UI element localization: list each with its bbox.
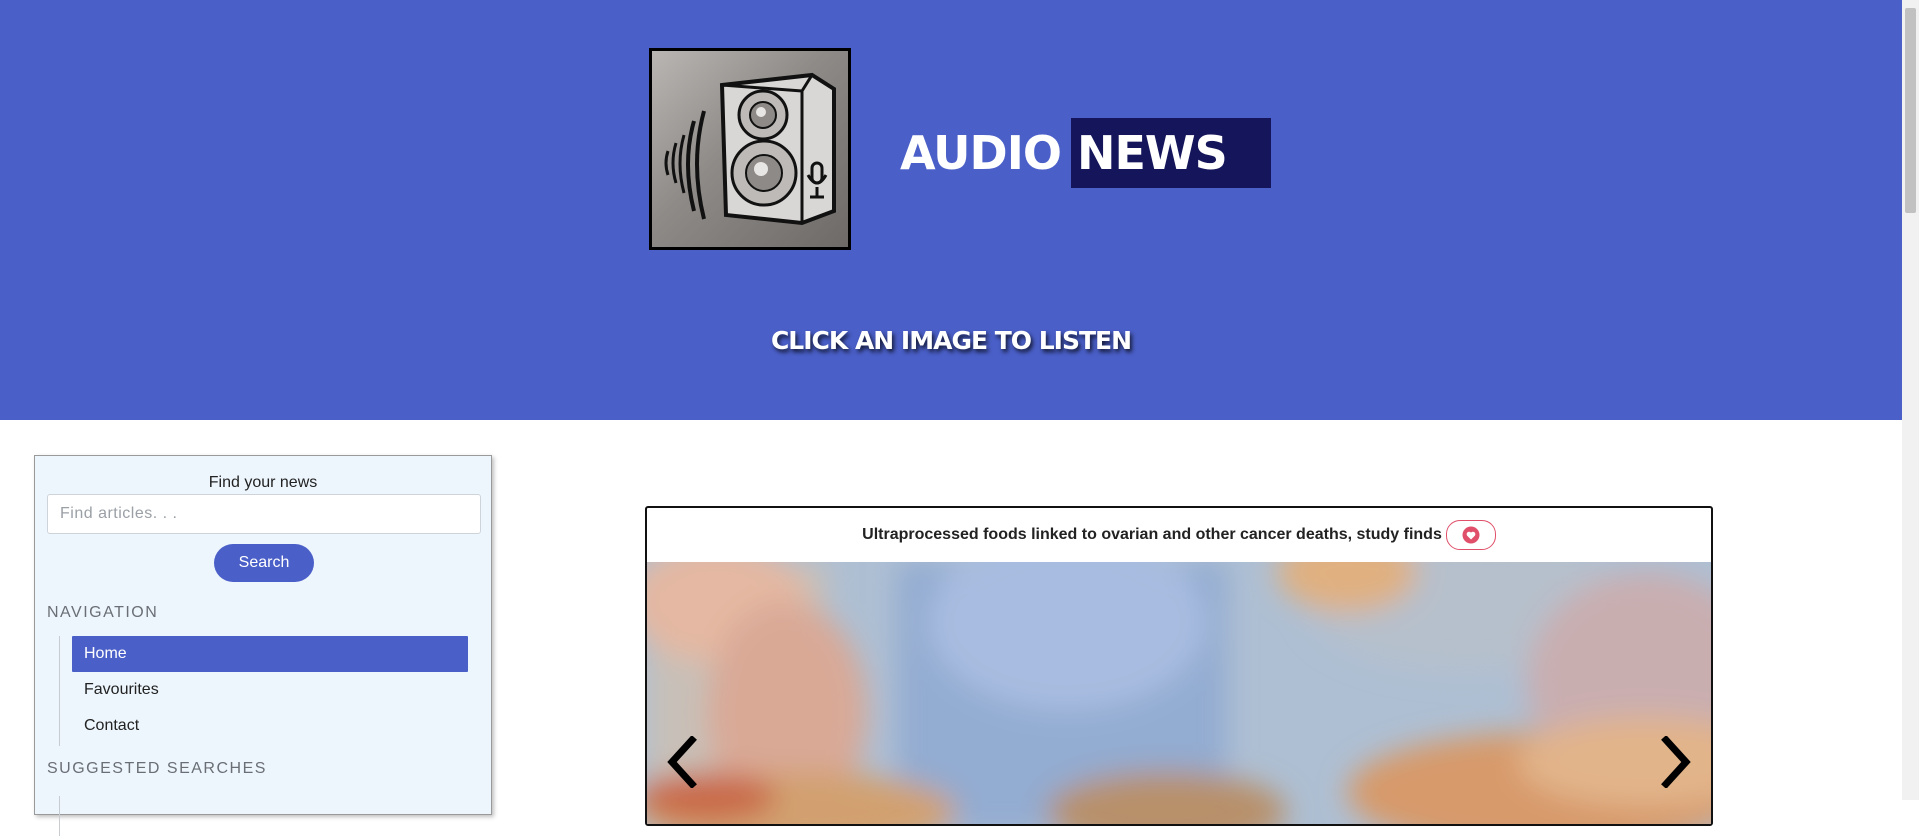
navigation-list: Home Favourites Contact (59, 636, 470, 746)
heart-icon (1462, 526, 1480, 544)
suggested-searches-list (59, 796, 470, 836)
pizza-photo (647, 562, 1711, 824)
search-button[interactable]: Search (214, 544, 314, 582)
speaker-logo-icon[interactable] (649, 48, 851, 250)
site-header: AUDIO NEWS CLICK AN IMAGE TO LISTEN (0, 0, 1902, 420)
scrollbar-thumb[interactable] (1905, 8, 1916, 213)
page-scrollbar[interactable] (1902, 0, 1919, 800)
nav-item-home[interactable]: Home (72, 636, 468, 672)
article-image[interactable] (647, 562, 1711, 824)
find-news-label: Find your news (208, 474, 318, 491)
site-title-news: NEWS (1070, 118, 1271, 188)
search-input[interactable] (47, 494, 481, 534)
speaker-with-microphone-logo (664, 72, 836, 226)
nav-item-favourites[interactable]: Favourites (72, 672, 468, 708)
article-headline[interactable]: Ultraprocessed foods linked to ovarian a… (862, 526, 1442, 544)
suggested-searches-heading: SUGGESTED SEARCHES (47, 760, 267, 777)
chevron-left-icon (667, 736, 697, 788)
site-title: AUDIO NEWS (900, 118, 1271, 188)
carousel-prev-button[interactable] (661, 732, 701, 792)
navigation-heading: NAVIGATION (47, 604, 159, 621)
sidebar: Find your news Search NAVIGATION Home Fa… (34, 455, 492, 836)
article-header: Ultraprocessed foods linked to ovarian a… (647, 508, 1711, 562)
listen-instruction: CLICK AN IMAGE TO LISTEN (770, 326, 1132, 355)
site-title-audio: AUDIO (900, 126, 1062, 180)
nav-item-contact[interactable]: Contact (72, 708, 468, 744)
article-card: Ultraprocessed foods linked to ovarian a… (645, 506, 1713, 826)
favourite-button[interactable] (1445, 520, 1496, 550)
carousel-next-button[interactable] (1657, 732, 1697, 792)
chevron-right-icon (1661, 736, 1691, 788)
